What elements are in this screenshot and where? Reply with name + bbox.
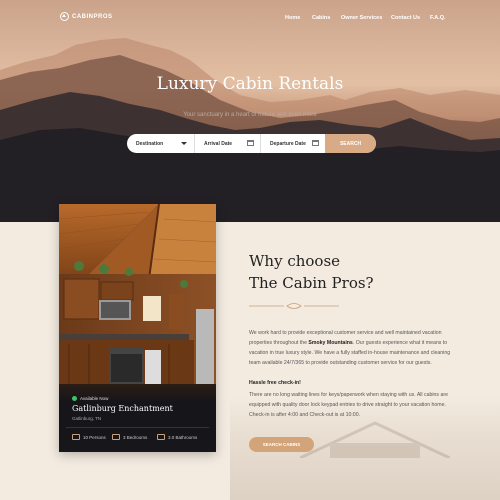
bath-icon <box>157 434 165 440</box>
departure-label: Departure Date <box>270 140 306 147</box>
nav-cabins[interactable]: Cabins <box>312 15 330 21</box>
search-bar: Destination Arrival Date Departure Date … <box>127 134 376 153</box>
cabin-name[interactable]: Gatlinburg Enchantment <box>72 404 173 413</box>
calendar-icon <box>312 140 319 146</box>
feature-label: 10 Persons <box>83 434 106 440</box>
cabin-card[interactable] <box>59 204 216 452</box>
availability-text: Available Now <box>80 396 109 401</box>
feature-bedrooms: 3 Bedrooms <box>112 434 147 440</box>
hero-subtitle: Your sanctuary in a heart of nature and … <box>183 112 317 118</box>
arrival-label: Arrival Date <box>204 140 233 147</box>
hero-section: CABINPROS Home Cabins Owner Services Con… <box>0 0 500 222</box>
status-dot-icon <box>72 396 77 401</box>
hassle-paragraph: There are no long waiting lines for keys… <box>249 392 448 418</box>
destination-label: Destination <box>136 140 164 147</box>
heading-line-1: Why choose <box>249 252 341 270</box>
logo-text: CABINPROS <box>72 13 113 20</box>
availability-badge: Available Now <box>72 396 108 401</box>
search-button[interactable]: SEARCH <box>325 134 376 153</box>
feature-label: 3 Bedrooms <box>123 434 148 440</box>
calendar-icon <box>247 140 254 146</box>
nav-home[interactable]: Home <box>285 15 300 21</box>
ornament-divider-icon <box>249 303 339 309</box>
arrival-date-field[interactable]: Arrival Date <box>194 134 260 153</box>
heading-line-2: The Cabin Pros? <box>249 274 374 292</box>
nav-faq[interactable]: F.A.Q. <box>430 15 446 21</box>
hassle-title: Hassle free check-in! <box>249 380 301 386</box>
section-heading: Why choose The Cabin Pros? <box>249 250 374 294</box>
about-paragraph: We work hard to provide exceptional cust… <box>249 328 454 368</box>
search-cabins-button[interactable]: SEARCH CABINS <box>249 437 314 452</box>
faded-cabin-roof <box>300 421 450 458</box>
feature-persons: 10 Persons <box>72 434 106 440</box>
cabin-location: Gatlinburg, TN <box>72 416 102 421</box>
chevron-down-icon <box>181 142 187 145</box>
cabin-logo-icon <box>60 12 69 21</box>
feature-bathrooms: 3.0 Bathrooms <box>157 434 197 440</box>
bed-icon <box>112 434 120 440</box>
persons-icon <box>72 434 80 440</box>
about-text-bold: Smoky Mountains <box>308 340 353 346</box>
nav-contact-us[interactable]: Contact Us <box>391 15 420 21</box>
card-divider <box>66 427 209 428</box>
nav-owner-services[interactable]: Owner Services <box>341 15 382 21</box>
departure-date-field[interactable]: Departure Date <box>260 134 325 153</box>
logo[interactable]: CABINPROS <box>60 12 113 21</box>
feature-label: 3.0 Bathrooms <box>168 434 198 440</box>
hero-title: Luxury Cabin Rentals <box>156 74 344 94</box>
destination-select[interactable]: Destination <box>127 134 194 153</box>
top-nav: CABINPROS Home Cabins Owner Services Con… <box>0 0 500 34</box>
